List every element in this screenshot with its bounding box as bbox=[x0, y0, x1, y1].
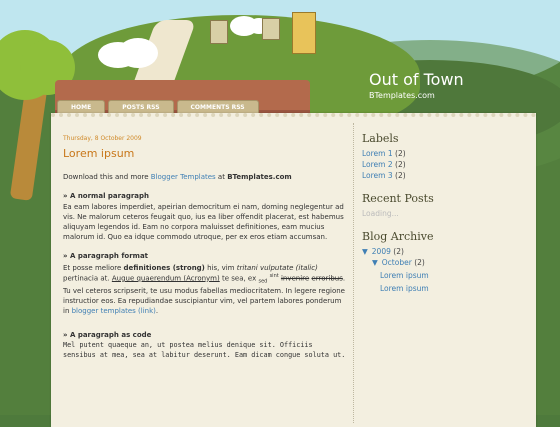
label-link[interactable]: Lorem 3 bbox=[362, 171, 393, 180]
expand-arrow-icon[interactable]: ▼ bbox=[372, 258, 378, 267]
archive-post[interactable]: Lorem ipsum bbox=[380, 284, 532, 293]
archive-month[interactable]: ▼ October (2) bbox=[372, 258, 532, 267]
sidebar: Labels Lorem 1 (2) Lorem 2 (2) Lorem 3 (… bbox=[362, 132, 532, 305]
blog-archive-heading: Blog Archive bbox=[362, 230, 434, 243]
recent-posts-loading: Loading... bbox=[362, 209, 399, 218]
label-count: (2) bbox=[395, 160, 406, 169]
label-count: (2) bbox=[395, 149, 406, 158]
post-date: Thursday, 8 October 2009 bbox=[63, 135, 142, 142]
btemplates-strong: BTemplates.com bbox=[227, 172, 292, 181]
normal-paragraph-heading: » A normal paragraph bbox=[63, 191, 150, 200]
label-count: (2) bbox=[395, 171, 406, 180]
house bbox=[262, 18, 280, 40]
intro-mid: at bbox=[215, 172, 228, 181]
intro-text: Download this and more bbox=[63, 172, 151, 181]
blog-title[interactable]: Out of Town bbox=[369, 70, 464, 89]
labels-list: Lorem 1 (2) Lorem 2 (2) Lorem 3 (2) bbox=[362, 149, 532, 180]
archive-post-link[interactable]: Lorem ipsum bbox=[380, 271, 429, 280]
acronym-text: Augue quaerendum (Acronym) bbox=[111, 274, 220, 283]
label-link[interactable]: Lorem 2 bbox=[362, 160, 393, 169]
format-text: Et posse meliore bbox=[63, 263, 124, 272]
strong-text: definitiones (strong) bbox=[123, 263, 205, 272]
archive-post[interactable]: Lorem ipsum bbox=[380, 271, 532, 280]
format-text: pertinacia at. bbox=[63, 274, 112, 283]
label-item: Lorem 3 (2) bbox=[362, 171, 532, 180]
main-column: Thursday, 8 October 2009 Lorem ipsum Dow… bbox=[63, 135, 348, 366]
blog-subtitle: BTemplates.com bbox=[369, 91, 435, 100]
archive-year-count: (2) bbox=[393, 247, 404, 256]
recent-posts-heading: Recent Posts bbox=[362, 192, 434, 205]
code-paragraph: Mel putent quaeque an, ut postea melius … bbox=[63, 341, 346, 360]
cloud bbox=[118, 38, 158, 68]
archive-year-link[interactable]: 2009 bbox=[372, 247, 391, 256]
archive-post-link[interactable]: Lorem ipsum bbox=[380, 284, 429, 293]
column-divider bbox=[353, 123, 354, 423]
format-text: his, vim bbox=[204, 263, 237, 272]
house bbox=[210, 20, 228, 44]
blogger-templates-link[interactable]: blogger templates (link) bbox=[72, 307, 156, 315]
archive-year[interactable]: ▼ 2009 (2) bbox=[362, 247, 532, 256]
format-paragraph: Et posse meliore definitiones (strong) h… bbox=[63, 263, 348, 317]
post-title[interactable]: Lorem ipsum bbox=[63, 146, 348, 162]
label-item: Lorem 1 (2) bbox=[362, 149, 532, 158]
normal-paragraph: Ea eam labores imperdiet, apeirian democ… bbox=[63, 202, 344, 242]
subscript-text: sed bbox=[258, 278, 268, 285]
blogger-templates-link[interactable]: Blogger Templates bbox=[151, 173, 216, 181]
archive-list: ▼ 2009 (2) ▼ October (2) Lorem ipsum Lorem… bbox=[362, 247, 532, 293]
blog-header: Out of Town BTemplates.com bbox=[369, 70, 464, 100]
post-intro: Download this and more Blogger Templates… bbox=[63, 172, 348, 182]
strikethrough-text: invenire bbox=[280, 274, 310, 283]
format-text: te sea, ex bbox=[219, 274, 259, 283]
tower bbox=[292, 12, 316, 54]
archive-month-count: (2) bbox=[414, 258, 425, 267]
content-panel: Thursday, 8 October 2009 Lorem ipsum Dow… bbox=[51, 113, 536, 427]
labels-heading: Labels bbox=[362, 132, 399, 145]
archive-month-link[interactable]: October bbox=[382, 258, 412, 267]
code-paragraph-heading: » A paragraph as code bbox=[63, 331, 152, 340]
italic-text: tritani vulputate (italic) bbox=[236, 263, 318, 272]
format-paragraph-heading: » A paragraph format bbox=[63, 252, 149, 261]
strikethrough-text: erroribus bbox=[311, 274, 343, 283]
format-text: . bbox=[155, 307, 159, 315]
label-link[interactable]: Lorem 1 bbox=[362, 149, 393, 158]
label-item: Lorem 2 (2) bbox=[362, 160, 532, 169]
superscript-text: sint bbox=[269, 272, 279, 279]
expand-arrow-icon[interactable]: ▼ bbox=[362, 247, 368, 256]
